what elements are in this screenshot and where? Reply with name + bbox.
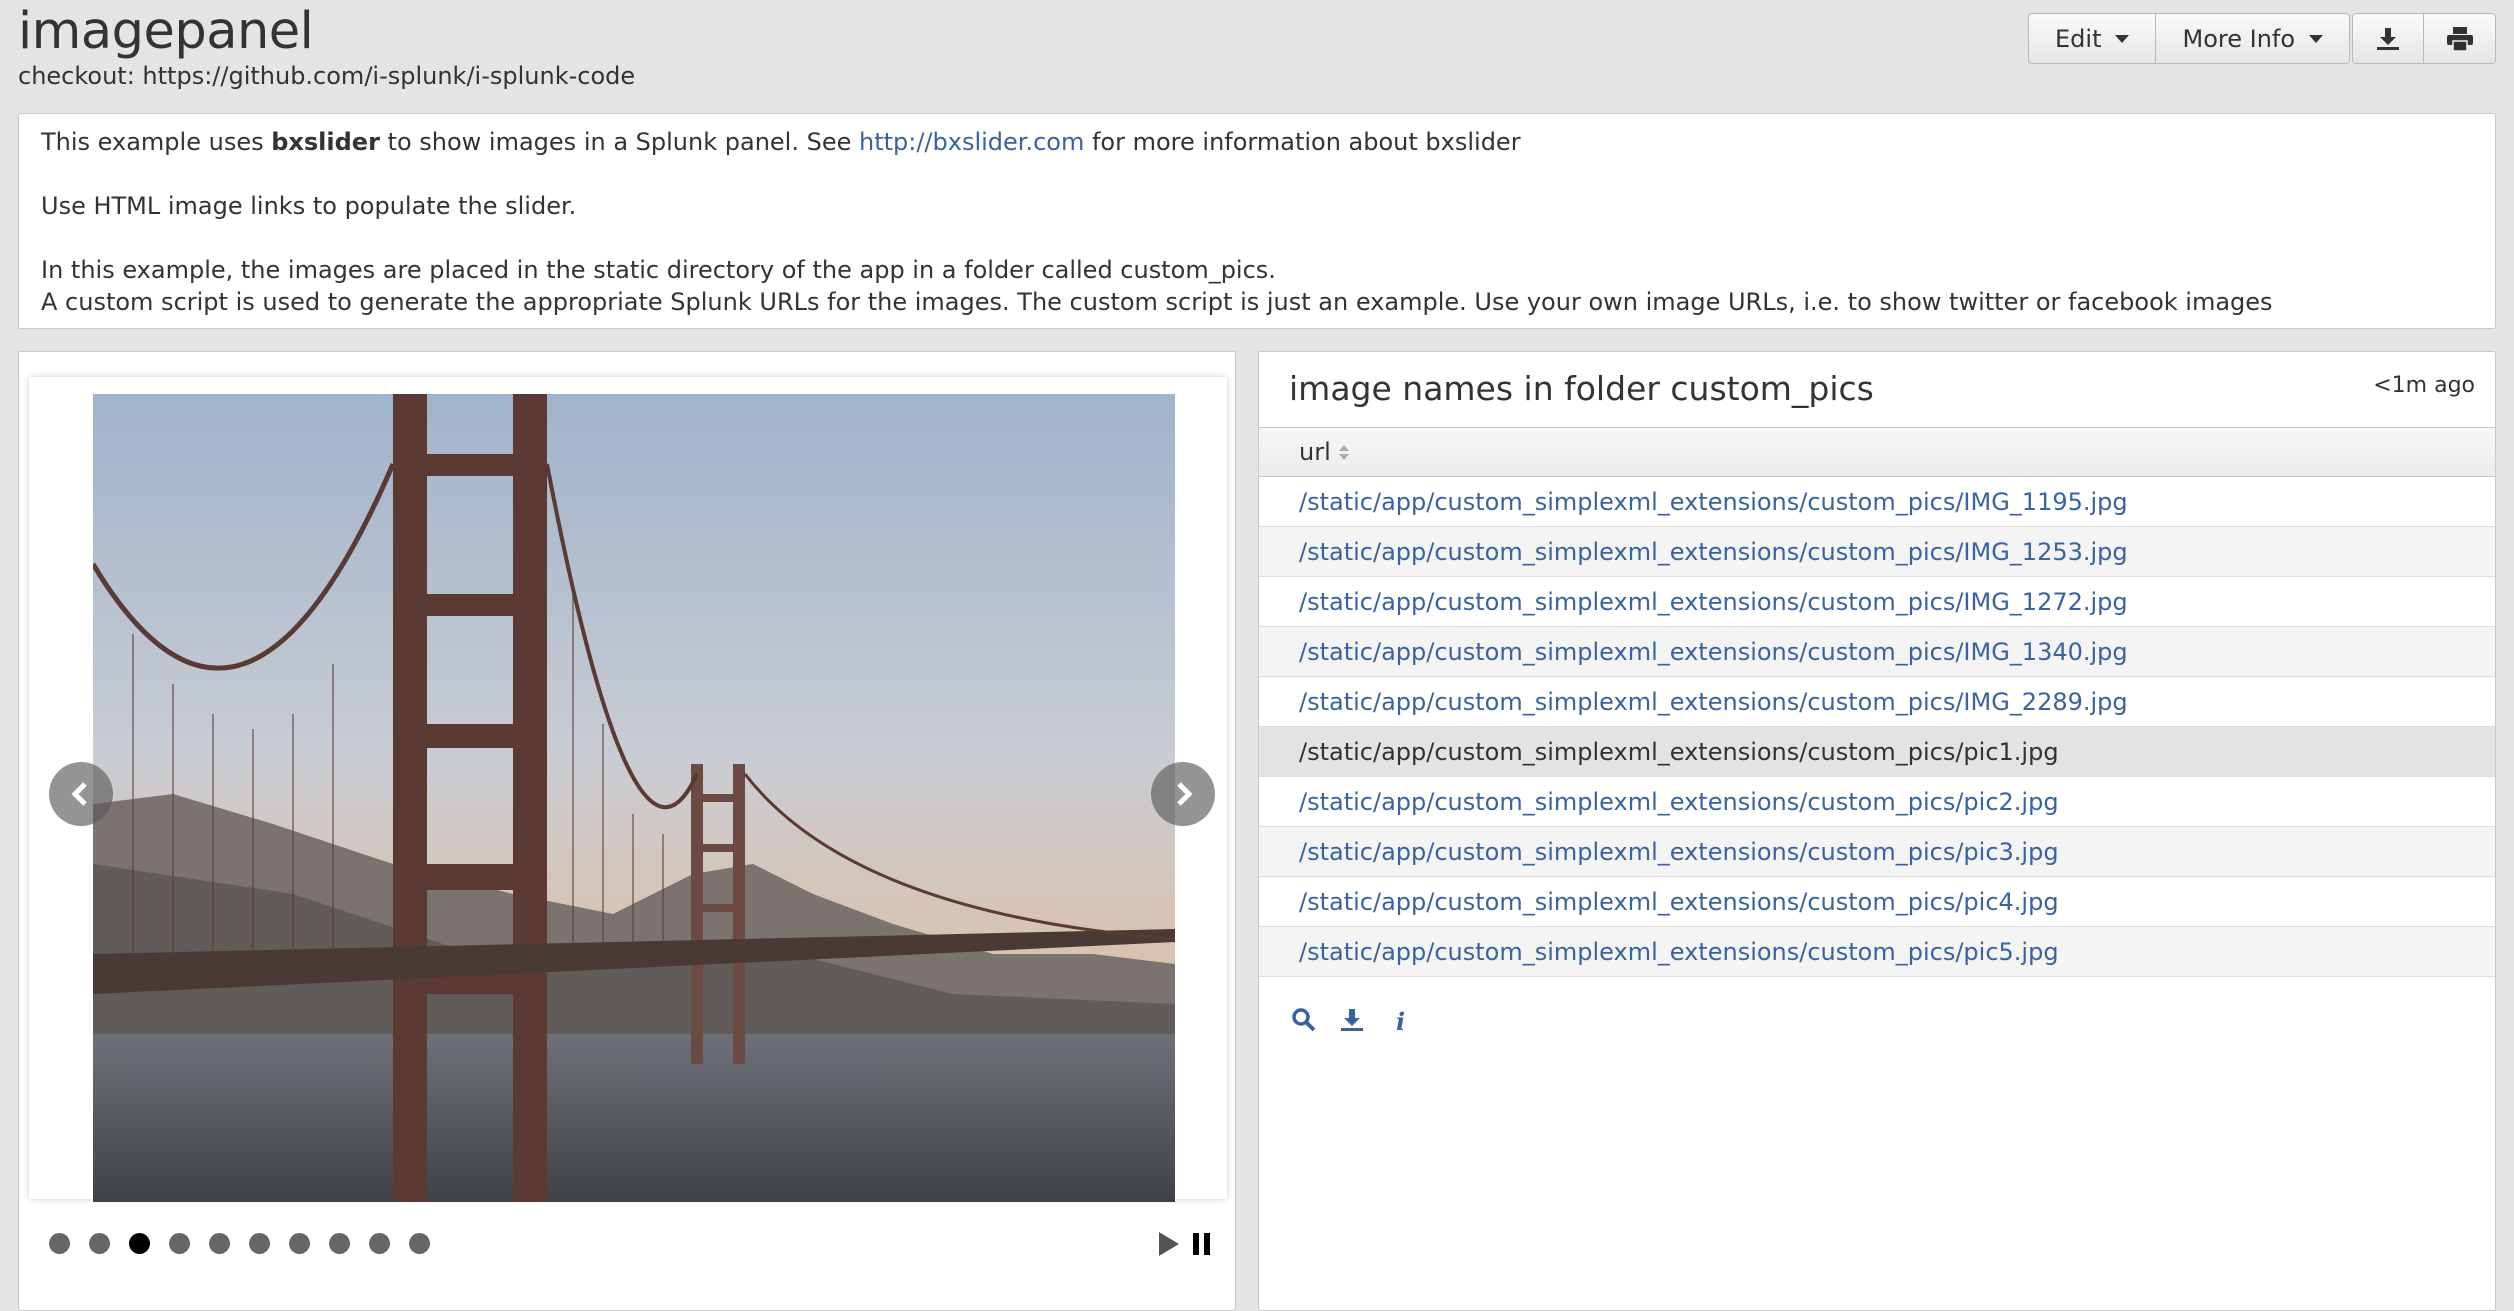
url-cell-link[interactable]: /static/app/custom_simplexml_extensions/…: [1299, 588, 2128, 616]
print-icon: [2446, 26, 2473, 52]
slide-image: [93, 394, 1175, 1202]
next-slide-button[interactable]: [1151, 762, 1215, 826]
url-cell-link[interactable]: /static/app/custom_simplexml_extensions/…: [1299, 788, 2059, 816]
intro-text: This example uses: [41, 128, 272, 156]
table-row[interactable]: /static/app/custom_simplexml_extensions/…: [1259, 777, 2495, 827]
export-button[interactable]: [2352, 13, 2424, 64]
info-icon[interactable]: i: [1387, 1007, 1413, 1033]
download-icon: [2377, 27, 2399, 50]
play-icon[interactable]: [1159, 1232, 1179, 1256]
panel-footer: i: [1291, 1007, 1413, 1033]
pager-dot[interactable]: [129, 1233, 150, 1254]
intro-line-3: In this example, the images are placed i…: [41, 256, 1276, 284]
pager-dot[interactable]: [209, 1233, 230, 1254]
pager-dot[interactable]: [89, 1233, 110, 1254]
prev-slide-button[interactable]: [49, 762, 113, 826]
slider-viewport: [29, 377, 1227, 1202]
table-row[interactable]: /static/app/custom_simplexml_extensions/…: [1259, 677, 2495, 727]
intro-line-2: Use HTML image links to populate the sli…: [41, 192, 577, 220]
pager-dot[interactable]: [249, 1233, 270, 1254]
url-cell-link[interactable]: /static/app/custom_simplexml_extensions/…: [1299, 738, 2059, 766]
pager-dot[interactable]: [409, 1233, 430, 1254]
slider-pager: [49, 1233, 430, 1254]
table-row[interactable]: /static/app/custom_simplexml_extensions/…: [1259, 877, 2495, 927]
chevron-left-icon: [71, 782, 87, 806]
table-row[interactable]: /static/app/custom_simplexml_extensions/…: [1259, 927, 2495, 977]
table-row[interactable]: /static/app/custom_simplexml_extensions/…: [1259, 527, 2495, 577]
chevron-right-icon: [1177, 782, 1193, 806]
table-row[interactable]: /static/app/custom_simplexml_extensions/…: [1259, 477, 2495, 527]
pager-dot[interactable]: [49, 1233, 70, 1254]
url-cell-link[interactable]: /static/app/custom_simplexml_extensions/…: [1299, 538, 2128, 566]
url-cell-link[interactable]: /static/app/custom_simplexml_extensions/…: [1299, 488, 2128, 516]
sort-icon: [1338, 444, 1349, 460]
dashboard-description: checkout: https://github.com/i-splunk/i-…: [18, 62, 636, 90]
more-info-label: More Info: [2182, 24, 2296, 53]
pager-dot[interactable]: [289, 1233, 310, 1254]
chevron-down-icon: [2115, 34, 2130, 43]
table-row[interactable]: /static/app/custom_simplexml_extensions/…: [1259, 727, 2495, 777]
intro-bold-text: bxslider: [271, 128, 380, 156]
intro-text: to show images in a Splunk panel. See: [379, 128, 859, 156]
table-body: /static/app/custom_simplexml_extensions/…: [1259, 477, 2495, 977]
image-names-table-panel: image names in folder custom_pics <1m ag…: [1258, 351, 2496, 1311]
column-header-label: url: [1299, 438, 1331, 466]
edit-label: Edit: [2055, 24, 2102, 53]
pager-dot[interactable]: [169, 1233, 190, 1254]
chevron-down-icon: [2309, 34, 2324, 43]
pause-icon[interactable]: [1193, 1233, 1210, 1255]
bxslider-link[interactable]: http://bxslider.com: [859, 128, 1084, 156]
pager-dot[interactable]: [329, 1233, 350, 1254]
pager-dot[interactable]: [369, 1233, 390, 1254]
more-info-button[interactable]: More Info: [2156, 13, 2351, 64]
url-cell-link[interactable]: /static/app/custom_simplexml_extensions/…: [1299, 838, 2059, 866]
edit-moreinfo-group: Edit More Info: [2028, 13, 2351, 64]
intro-line-1: This example uses bxslider to show image…: [41, 126, 2473, 158]
intro-line-4: A custom script is used to generate the …: [41, 288, 2273, 316]
download-icon[interactable]: [1339, 1007, 1365, 1033]
url-cell-link[interactable]: /static/app/custom_simplexml_extensions/…: [1299, 688, 2128, 716]
url-cell-link[interactable]: /static/app/custom_simplexml_extensions/…: [1299, 638, 2128, 666]
panel-timestamp: <1m ago: [2373, 373, 2475, 398]
column-header-url[interactable]: url: [1259, 427, 2495, 477]
slider-controls: [1159, 1232, 1210, 1256]
image-slider-panel: [18, 351, 1236, 1311]
edit-button[interactable]: Edit: [2028, 13, 2157, 64]
print-button[interactable]: [2424, 13, 2496, 64]
search-icon[interactable]: [1291, 1007, 1317, 1033]
results-table: url /static/app/custom_simplexml_extensi…: [1259, 427, 2495, 977]
export-print-group: [2352, 13, 2496, 64]
intro-html-panel: This example uses bxslider to show image…: [18, 113, 2496, 329]
panel-title: image names in folder custom_pics: [1289, 369, 1874, 408]
url-cell-link[interactable]: /static/app/custom_simplexml_extensions/…: [1299, 938, 2059, 966]
table-row[interactable]: /static/app/custom_simplexml_extensions/…: [1259, 827, 2495, 877]
golden-gate-bridge-photo: [93, 394, 1175, 1202]
svg-text:i: i: [1396, 1007, 1405, 1033]
table-row[interactable]: /static/app/custom_simplexml_extensions/…: [1259, 577, 2495, 627]
intro-text: for more information about bxslider: [1084, 128, 1521, 156]
dashboard-title: imagepanel: [18, 2, 314, 61]
table-row[interactable]: /static/app/custom_simplexml_extensions/…: [1259, 627, 2495, 677]
url-cell-link[interactable]: /static/app/custom_simplexml_extensions/…: [1299, 888, 2059, 916]
dashboard-header: imagepanel checkout: https://github.com/…: [0, 0, 2514, 100]
